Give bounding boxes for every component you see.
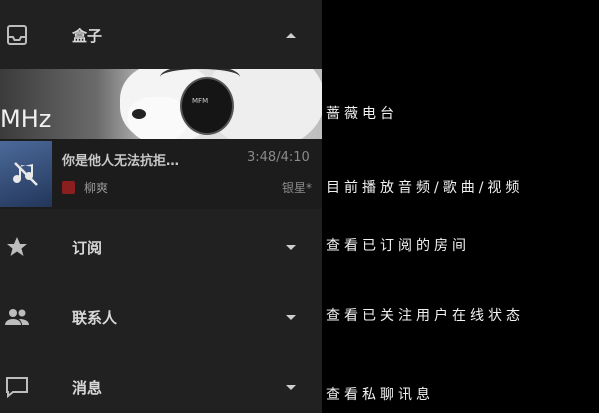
track-time: 3:48/4:10 (247, 150, 310, 165)
chevron-down-icon[interactable] (286, 244, 296, 250)
album-cover (0, 141, 52, 207)
banner-art (132, 109, 146, 119)
track-tag: 银星* (282, 181, 313, 195)
drawer-item-label: 订阅 (72, 238, 103, 257)
drawer-item-subscribe[interactable]: 订阅 (0, 212, 322, 282)
now-playing-item[interactable]: 你是他人无法抗拒… 3:48/4:10 柳爽 银星* (0, 139, 322, 209)
headphone-text: MFM (192, 97, 209, 105)
drawer-item-label: 消息 (72, 378, 103, 397)
radio-frequency: MHz (0, 105, 52, 133)
annotation-radio: 蔷薇电台 (326, 106, 398, 122)
track-title: 你是他人无法抗拒… (62, 154, 180, 169)
track-artist: 柳爽 (84, 181, 109, 195)
people-icon (2, 302, 32, 332)
star-icon (2, 232, 32, 262)
chevron-down-icon[interactable] (286, 384, 296, 390)
annotation-subscribe: 查看已订阅的房间 (326, 238, 470, 254)
annotation-playing: 目前播放音频/歌曲/视频 (326, 180, 524, 196)
drawer-item-label: 盒子 (72, 26, 103, 45)
inbox-icon (2, 20, 32, 50)
user-badge-icon (62, 181, 75, 194)
drawer-item-label: 联系人 (72, 308, 118, 327)
annotation-contacts: 查看已关注用户在线状态 (326, 308, 524, 324)
chat-icon (2, 372, 32, 402)
drawer-item-box[interactable]: 盒子 (0, 0, 322, 70)
radio-banner[interactable]: MFM MHz (0, 69, 322, 139)
music-note-icon (13, 162, 38, 186)
chevron-down-icon[interactable] (286, 314, 296, 320)
drawer-item-contacts[interactable]: 联系人 (0, 282, 322, 352)
annotation-messages: 查看私聊讯息 (326, 387, 434, 403)
headphone-icon: MFM (180, 77, 234, 135)
navigation-drawer: 盒子 MFM MHz 你是他人无法抗拒… 3:48/4:10 柳爽 银星* 订阅 (0, 0, 322, 413)
chevron-up-icon[interactable] (286, 32, 296, 38)
drawer-item-messages[interactable]: 消息 (0, 352, 322, 413)
